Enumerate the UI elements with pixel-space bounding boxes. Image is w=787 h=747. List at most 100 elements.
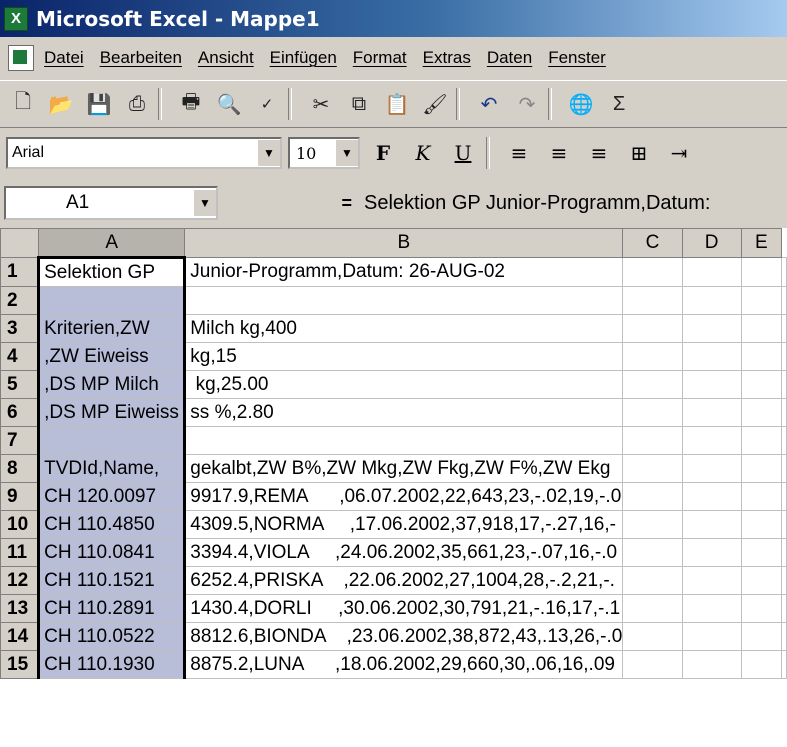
row-header[interactable]: 10 <box>0 510 40 539</box>
cell-a[interactable]: CH 120.0097 <box>37 482 187 511</box>
cell-e[interactable] <box>740 426 783 455</box>
cell-e[interactable] <box>740 342 783 371</box>
cell-d[interactable] <box>681 314 742 343</box>
cell-f[interactable] <box>781 314 787 343</box>
new-icon[interactable]: 🗋 <box>8 89 38 119</box>
chevron-down-icon[interactable]: ▼ <box>194 190 216 216</box>
print-preview-icon[interactable]: 🔍 <box>214 89 244 119</box>
cell-c[interactable] <box>622 454 683 483</box>
cell-a[interactable]: CH 110.4850 <box>37 510 187 539</box>
cell-d[interactable] <box>681 257 742 287</box>
format-painter-icon[interactable]: 🖌 <box>420 89 450 119</box>
cell-f[interactable] <box>781 257 787 287</box>
cell-c[interactable] <box>622 370 683 399</box>
cell-e[interactable] <box>740 594 783 623</box>
cell-f[interactable] <box>781 370 787 399</box>
align-center-icon[interactable]: ≡ <box>542 138 576 168</box>
cell-a[interactable]: CH 110.1930 <box>37 650 187 679</box>
cell-a[interactable]: ,DS MP Milch <box>37 370 187 399</box>
workbook-icon[interactable] <box>8 45 34 71</box>
cell-d[interactable] <box>681 454 742 483</box>
autosum-icon[interactable]: Σ <box>604 89 634 119</box>
menu-datei[interactable]: Datei <box>44 48 84 68</box>
cell-c[interactable] <box>622 622 683 651</box>
cell-a[interactable]: Kriterien,ZW <box>37 314 187 343</box>
row-header[interactable]: 6 <box>0 398 40 427</box>
cell-a[interactable]: ,DS MP Eiweiss <box>37 398 187 427</box>
chevron-down-icon[interactable]: ▼ <box>336 140 358 166</box>
bold-button[interactable]: F <box>366 138 400 168</box>
cell-a[interactable]: CH 110.0841 <box>37 538 187 567</box>
cell-b[interactable]: gekalbt,ZW B%,ZW Mkg,ZW Fkg,ZW F%,ZW Ekg <box>184 454 624 483</box>
row-header[interactable]: 2 <box>0 286 40 315</box>
cell-f[interactable] <box>781 482 787 511</box>
cell-e[interactable] <box>740 314 783 343</box>
cell-f[interactable] <box>781 538 787 567</box>
formula-input[interactable]: Selektion GP Junior-Programm,Datum: <box>364 192 710 215</box>
row-header[interactable]: 7 <box>0 426 40 455</box>
worksheet-grid[interactable]: A B C D E 1 Selektion GP Junior-Programm,D… <box>0 228 787 747</box>
cell-e[interactable] <box>740 286 783 315</box>
redo-icon[interactable]: ↷ <box>512 89 542 119</box>
cell-c[interactable] <box>622 482 683 511</box>
cell-a[interactable]: CH 110.1521 <box>37 566 187 595</box>
font-size-select[interactable]: 10 ▼ <box>288 137 360 169</box>
cell-b[interactable]: 3394.4,VIOLA ,24.06.2002,35,661,23,-.07,… <box>184 538 624 567</box>
cell-e[interactable] <box>740 566 783 595</box>
cell-b[interactable]: kg,15 <box>184 342 624 371</box>
cell-e[interactable] <box>740 398 783 427</box>
cell-b[interactable]: 9917.9,REMA ,06.07.2002,22,643,23,-.02,1… <box>184 482 624 511</box>
cell-d[interactable] <box>681 566 742 595</box>
cell-c[interactable] <box>622 398 683 427</box>
cell-c[interactable] <box>622 426 683 455</box>
undo-icon[interactable]: ↶ <box>474 89 504 119</box>
cell-b[interactable] <box>184 426 624 455</box>
menu-fenster[interactable]: Fenster <box>548 48 606 68</box>
cell-d[interactable] <box>681 342 742 371</box>
column-header-b[interactable]: B <box>184 228 624 258</box>
cell-e[interactable] <box>740 257 783 287</box>
cell-b[interactable]: 6252.4,PRISKA ,22.06.2002,27,1004,28,-.2… <box>184 566 624 595</box>
align-right-icon[interactable]: ≡ <box>582 138 616 168</box>
cell-b[interactable] <box>184 286 624 315</box>
cell-d[interactable] <box>681 426 742 455</box>
menu-bearbeiten[interactable]: Bearbeiten <box>100 48 182 68</box>
row-header[interactable]: 3 <box>0 314 40 343</box>
cell-c[interactable] <box>622 510 683 539</box>
font-name-select[interactable]: Arial ▼ <box>6 137 282 169</box>
cell-d[interactable] <box>681 370 742 399</box>
formula-equals-button[interactable]: = <box>218 193 364 214</box>
cell-e[interactable] <box>740 482 783 511</box>
cell-d[interactable] <box>681 286 742 315</box>
merge-center-icon[interactable]: ⊞ <box>622 138 656 168</box>
cell-a[interactable]: ,ZW Eiweiss <box>37 342 187 371</box>
cell-b[interactable]: ss %,2.80 <box>184 398 624 427</box>
cell-e[interactable] <box>740 370 783 399</box>
cell-f[interactable] <box>781 342 787 371</box>
cell-a[interactable]: TVDId,Name, <box>37 454 187 483</box>
menu-einfuegen[interactable]: Einfügen <box>270 48 337 68</box>
cell-d[interactable] <box>681 622 742 651</box>
cell-f[interactable] <box>781 650 787 679</box>
cell-b[interactable]: 8875.2,LUNA ,18.06.2002,29,660,30,.06,16… <box>184 650 624 679</box>
menu-extras[interactable]: Extras <box>423 48 471 68</box>
cell-c[interactable] <box>622 257 683 287</box>
row-header[interactable]: 9 <box>0 482 40 511</box>
open-icon[interactable]: 📂 <box>46 89 76 119</box>
cell-f[interactable] <box>781 398 787 427</box>
cell-b[interactable]: 1430.4,DORLI ,30.06.2002,30,791,21,-.16,… <box>184 594 624 623</box>
row-header[interactable]: 1 <box>0 257 40 287</box>
cell-e[interactable] <box>740 454 783 483</box>
cell-b[interactable]: kg,25.00 <box>184 370 624 399</box>
row-header[interactable]: 8 <box>0 454 40 483</box>
cell-a[interactable]: CH 110.2891 <box>37 594 187 623</box>
cell-e[interactable] <box>740 622 783 651</box>
row-header[interactable]: 14 <box>0 622 40 651</box>
cell-c[interactable] <box>622 314 683 343</box>
align-left-icon[interactable]: ≡ <box>502 138 536 168</box>
row-header[interactable]: 15 <box>0 650 40 679</box>
cell-d[interactable] <box>681 594 742 623</box>
row-header[interactable]: 11 <box>0 538 40 567</box>
cell-c[interactable] <box>622 538 683 567</box>
cell-d[interactable] <box>681 398 742 427</box>
